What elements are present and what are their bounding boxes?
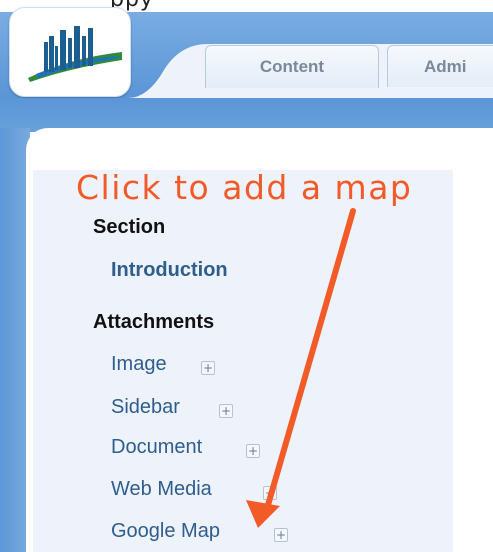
add-web-media-plus-icon[interactable]: + [263,486,277,500]
add-image-plus-icon[interactable]: + [201,361,215,375]
attachment-item-label: Sidebar [111,396,180,418]
section-heading: Section [93,216,166,238]
attachment-item-label: Image [111,353,167,375]
tab-content[interactable]: Content [205,45,379,88]
site-logo[interactable] [9,7,131,97]
attachment-item-document[interactable]: Document [111,436,202,459]
attachment-item-label: Google Map [111,520,220,542]
add-document-plus-icon[interactable]: + [246,444,260,458]
attachment-item-web-media[interactable]: Web Media [111,478,212,501]
attachment-item-label: Document [111,436,203,458]
section-link-introduction[interactable]: Introduction [111,259,228,282]
attachment-item-image[interactable]: Image [111,353,167,376]
add-google-map-plus-icon[interactable]: + [274,528,288,542]
add-sidebar-plus-icon[interactable]: + [219,404,233,418]
city-skyline-logo-icon [28,26,122,82]
attachment-item-label: Web Media [111,478,212,500]
header-subband [0,98,493,132]
tab-admin[interactable]: Admi [387,45,493,87]
attachments-heading: Attachments [93,311,215,333]
attachment-item-google-map[interactable]: Google Map [111,520,220,543]
annotation-callout: Click to add a map [76,168,413,207]
attachment-item-sidebar[interactable]: Sidebar [111,396,180,419]
